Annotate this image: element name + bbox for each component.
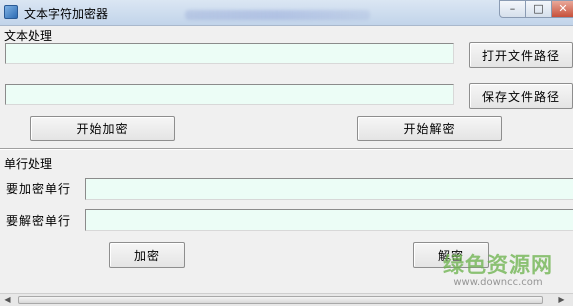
open-file-path-button[interactable]: 打开文件路径 — [469, 42, 573, 68]
decrypt-row-label: 要解密单行 — [6, 214, 72, 228]
output-path-field[interactable] — [5, 84, 454, 105]
input-path-field[interactable] — [5, 43, 454, 64]
watermark: 绿色资源网 www.downcc.com — [428, 253, 568, 293]
encrypt-row-label: 要加密单行 — [6, 182, 72, 196]
title-bar: 文本字符加密器 – □ ✕ — [0, 0, 573, 26]
horizontal-scrollbar[interactable]: ◀ ▶ — [0, 293, 573, 306]
decrypt-line-field[interactable] — [85, 209, 573, 231]
start-encrypt-button[interactable]: 开始加密 — [30, 116, 175, 141]
encrypt-button[interactable]: 加密 — [109, 242, 185, 268]
text-section-label: 文本处理 — [4, 29, 53, 43]
minimize-button[interactable]: – — [499, 0, 526, 18]
blurred-overlay — [185, 10, 370, 20]
app-icon — [4, 5, 18, 19]
scroll-thumb[interactable] — [18, 296, 543, 304]
start-decrypt-button[interactable]: 开始解密 — [357, 116, 502, 141]
window-title: 文本字符加密器 — [24, 7, 109, 21]
watermark-logo: 绿色资源网 — [443, 253, 553, 277]
scroll-right-arrow-icon[interactable]: ▶ — [556, 295, 567, 305]
watermark-url: www.downcc.com — [453, 277, 543, 288]
line-section-label: 单行处理 — [4, 157, 53, 171]
close-button[interactable]: ✕ — [551, 0, 573, 18]
encrypt-line-field[interactable] — [85, 178, 573, 200]
maximize-button[interactable]: □ — [525, 0, 552, 18]
scroll-left-arrow-icon[interactable]: ◀ — [2, 295, 13, 305]
save-file-path-button[interactable]: 保存文件路径 — [469, 83, 573, 109]
section-divider — [0, 148, 573, 150]
